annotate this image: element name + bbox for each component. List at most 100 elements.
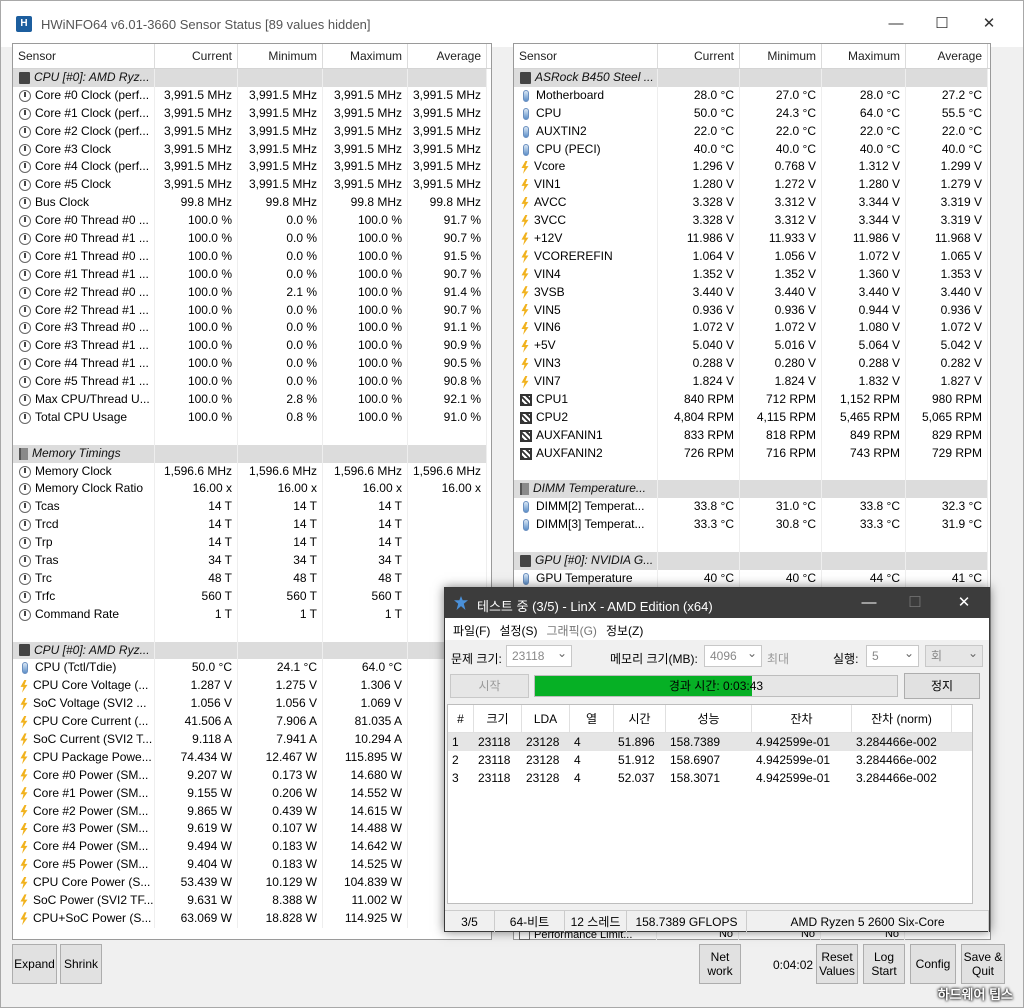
sensor-row[interactable]: Trcd 14 T 14 T 14 T [13, 516, 491, 535]
results-col[interactable]: 잔차 [752, 705, 852, 732]
sensor-row[interactable]: Core #1 Thread #0 ... 100.0 % 0.0 % 100.0 %… [13, 247, 491, 266]
sensor-row[interactable]: CPU2 4,804 RPM 4,115 RPM 5,465 RPM 5,065 RPM [514, 408, 990, 427]
sensor-row[interactable]: SoC Current (SVI2 T... 9.118 A 7.941 A 10.2… [13, 730, 491, 749]
sensor-row[interactable]: Core #5 Power (SM... 9.404 W 0.183 W 14.525… [13, 856, 491, 875]
linx-titlebar[interactable]: 테스트 중 (3/5) - LinX - AMD Edition (x64) —… [445, 588, 989, 618]
sensor-group[interactable]: GPU [#0]: NVIDIA G... [514, 552, 990, 570]
network-button[interactable]: Net work [699, 944, 741, 984]
results-col[interactable]: 성능 [666, 705, 752, 732]
sensor-group[interactable]: ASRock B450 Steel ... [514, 69, 990, 87]
sensor-row[interactable]: AUXFANIN1 833 RPM 818 RPM 849 RPM 829 RPM [514, 426, 990, 445]
empty-row[interactable] [13, 426, 491, 445]
sensor-row[interactable]: Core #3 Power (SM... 9.619 W 0.107 W 14.488… [13, 820, 491, 839]
sensor-row[interactable]: VIN3 0.288 V 0.280 V 0.288 V 0.282 V [514, 355, 990, 374]
sensor-row[interactable]: Core #0 Power (SM... 9.207 W 0.173 W 14.680… [13, 766, 491, 785]
sensor-row[interactable]: Trp 14 T 14 T 14 T [13, 534, 491, 553]
menu-file[interactable]: 파일(F) [451, 618, 497, 640]
sensor-row[interactable]: Memory Clock Ratio 16.00 x 16.00 x 16.00 x1… [13, 480, 491, 499]
sensor-row[interactable]: Core #3 Thread #0 ... 100.0 % 0.0 % 100.0 %… [13, 319, 491, 338]
sensor-pane-left[interactable]: Sensor Current Minimum Maximum Average C… [12, 43, 492, 940]
sensor-row[interactable]: AUXFANIN2 726 RPM 716 RPM 743 RPM 729 RPM [514, 444, 990, 463]
sensor-row[interactable]: Max CPU/Thread U... 100.0 % 2.8 % 100.0 % 92… [13, 391, 491, 409]
sensor-group[interactable]: CPU [#0]: AMD Ryz... [13, 69, 491, 87]
sensor-row[interactable]: Core #0 Thread #1 ... 100.0 % 0.0 % 100.0 %… [13, 230, 491, 248]
maximize-icon[interactable]: ☐ [927, 12, 957, 36]
table-row[interactable]: 1 23118 23128 4 51.896 158.7389 4.942599e-01 3.… [448, 733, 972, 751]
config-button[interactable]: Config [910, 944, 956, 984]
save-quit-button[interactable]: Save & Quit [961, 944, 1005, 984]
results-table[interactable]: # 크기 LDA 열 시간 성능 잔차 잔차 (norm) 1 23118 23128 4 51.89… [447, 704, 973, 904]
sensor-row[interactable]: 3VCC 3.328 V 3.312 V 3.344 V 3.319 V [514, 212, 990, 231]
sensor-row[interactable]: Tras 34 T 34 T 34 T [13, 552, 491, 570]
col-maximum[interactable]: Maximum [822, 44, 906, 68]
close-icon[interactable]: ✕ [950, 592, 978, 614]
run-unit-select[interactable]: 회 [925, 643, 983, 667]
sensor-row[interactable]: Core #4 Power (SM... 9.494 W 0.183 W 14.642… [13, 838, 491, 857]
sensor-row[interactable]: Core #0 Thread #0 ... 100.0 % 0.0 % 100.0 %… [13, 212, 491, 231]
sensor-row[interactable]: Core #2 Thread #1 ... 100.0 % 0.0 % 100.0 %… [13, 301, 491, 320]
sensor-group[interactable]: DIMM Temperature... [514, 480, 990, 499]
sensor-row[interactable]: SoC Power (SVI2 TF... 9.631 W 8.388 W 11.00… [13, 891, 491, 910]
sensor-row[interactable]: Core #3 Thread #1 ... 100.0 % 0.0 % 100.0 %… [13, 337, 491, 356]
sensor-row[interactable]: DIMM[2] Temperat... 33.8 °C 31.0 °C 33.8 °C… [514, 498, 990, 517]
col-sensor[interactable]: Sensor [514, 44, 658, 68]
sensor-row[interactable]: CPU Core Voltage (... 1.287 V 1.275 V 1.306… [13, 677, 491, 696]
sensor-row[interactable]: Core #0 Clock (perf... 3,991.5 MHz 3,991.5… [13, 86, 491, 105]
sensor-row[interactable]: Core #4 Clock (perf... 3,991.5 MHz 3,991.5… [13, 158, 491, 177]
sensor-row[interactable]: CPU (PECI) 40.0 °C 40.0 °C 40.0 °C 40.0 °C [514, 140, 990, 159]
sensor-row[interactable]: Memory Clock 1,596.6 MHz 1,596.6 MHz 1,596.… [13, 462, 491, 481]
memory-select[interactable]: 4096 [704, 643, 762, 667]
sensor-row[interactable]: Trc 48 T 48 T 48 T [13, 569, 491, 588]
sensor-row[interactable]: SoC Voltage (SVI2 ... 1.056 V 1.056 V 1.069… [13, 695, 491, 714]
sensor-row[interactable]: CPU Package Powe... 74.434 W 12.467 W 115.8… [13, 748, 491, 767]
results-col[interactable]: 시간 [614, 705, 666, 732]
minimize-icon[interactable]: — [855, 592, 883, 614]
empty-row[interactable] [514, 534, 990, 553]
menu-info[interactable]: 정보(Z) [604, 618, 650, 640]
sensor-row[interactable]: AUXTIN2 22.0 °C 22.0 °C 22.0 °C 22.0 °C [514, 122, 990, 141]
sensor-row[interactable]: Core #1 Thread #1 ... 100.0 % 0.0 % 100.0 %… [13, 265, 491, 284]
close-icon[interactable]: ✕ [974, 12, 1004, 36]
sensor-row[interactable]: Core #2 Power (SM... 9.865 W 0.439 W 14.615… [13, 802, 491, 821]
sensor-row[interactable]: CPU Core Current (... 41.506 A 7.906 A 81.0… [13, 713, 491, 731]
sensor-row[interactable]: Core #3 Clock 3,991.5 MHz 3,991.5 MHz 3,991… [13, 140, 491, 159]
col-average[interactable]: Average [408, 44, 487, 68]
sensor-row[interactable]: DIMM[3] Temperat... 33.3 °C 30.8 °C 33.3 °C… [514, 516, 990, 535]
col-current[interactable]: Current [155, 44, 238, 68]
col-current[interactable]: Current [658, 44, 740, 68]
sensor-row[interactable]: VIN7 1.824 V 1.824 V 1.832 V 1.827 V [514, 373, 990, 392]
results-col[interactable]: LDA [522, 705, 570, 732]
problem-size-select[interactable]: 23118 [506, 643, 572, 667]
sensor-row[interactable]: VIN4 1.352 V 1.352 V 1.360 V 1.353 V [514, 265, 990, 284]
empty-row[interactable] [514, 462, 990, 481]
table-row[interactable]: 3 23118 23128 4 52.037 158.3071 4.942599e-01 3.… [448, 769, 972, 787]
sensor-row[interactable]: Core #1 Clock (perf... 3,991.5 MHz 3,991.5… [13, 104, 491, 123]
menu-settings[interactable]: 설정(S) [497, 618, 544, 640]
sensor-row[interactable]: AVCC 3.328 V 3.312 V 3.344 V 3.319 V [514, 194, 990, 213]
sensor-group[interactable]: CPU [#0]: AMD Ryz... [13, 641, 491, 660]
sensor-row[interactable]: CPU (Tctl/Tdie) 50.0 °C 24.1 °C 64.0 °C [13, 659, 491, 678]
col-minimum[interactable]: Minimum [238, 44, 323, 68]
sensor-row[interactable]: Vcore 1.296 V 0.768 V 1.312 V 1.299 V [514, 158, 990, 177]
start-button[interactable]: 시작 [450, 674, 529, 698]
col-minimum[interactable]: Minimum [740, 44, 822, 68]
sensor-row[interactable]: Command Rate 1 T1 T1 T [13, 605, 491, 624]
stop-button[interactable]: 정지 [904, 673, 980, 699]
col-sensor[interactable]: Sensor [13, 44, 155, 68]
sensor-header-right[interactable]: Sensor Current Minimum Maximum Average [514, 44, 990, 69]
sensor-row[interactable]: GPU Temperature 40 °C 40 °C 44 °C 41 °C [514, 569, 990, 588]
sensor-row[interactable]: Core #4 Thread #1 ... 100.0 % 0.0 % 100.0 %… [13, 355, 491, 374]
sensor-row[interactable]: Total CPU Usage 100.0 % 0.8 % 100.0 % 91.0 % [13, 408, 491, 427]
sensor-row[interactable]: CPU Core Power (S... 53.439 W 10.129 W 104.… [13, 874, 491, 892]
expand-button[interactable]: Expand [12, 944, 57, 984]
sensor-header-left[interactable]: Sensor Current Minimum Maximum Average [13, 44, 491, 69]
sensor-row[interactable]: VIN5 0.936 V 0.936 V 0.944 V 0.936 V [514, 301, 990, 320]
run-count-select[interactable]: 5 [866, 643, 919, 667]
sensor-group[interactable]: Memory Timings [13, 444, 491, 463]
results-col[interactable]: 크기 [474, 705, 522, 732]
sensor-row[interactable]: 3VSB 3.440 V 3.440 V 3.440 V 3.440 V [514, 283, 990, 302]
hwinfo-titlebar[interactable]: H HWiNFO64 v6.01-3660 Sensor Status [89 … [1, 1, 1023, 47]
sensor-row[interactable]: VIN6 1.072 V 1.072 V 1.080 V 1.072 V [514, 319, 990, 338]
sensor-row[interactable]: Core #5 Clock 3,991.5 MHz 3,991.5 MHz 3,991… [13, 176, 491, 195]
sensor-row[interactable]: Trfc 560 T 560 T 560 T [13, 587, 491, 606]
